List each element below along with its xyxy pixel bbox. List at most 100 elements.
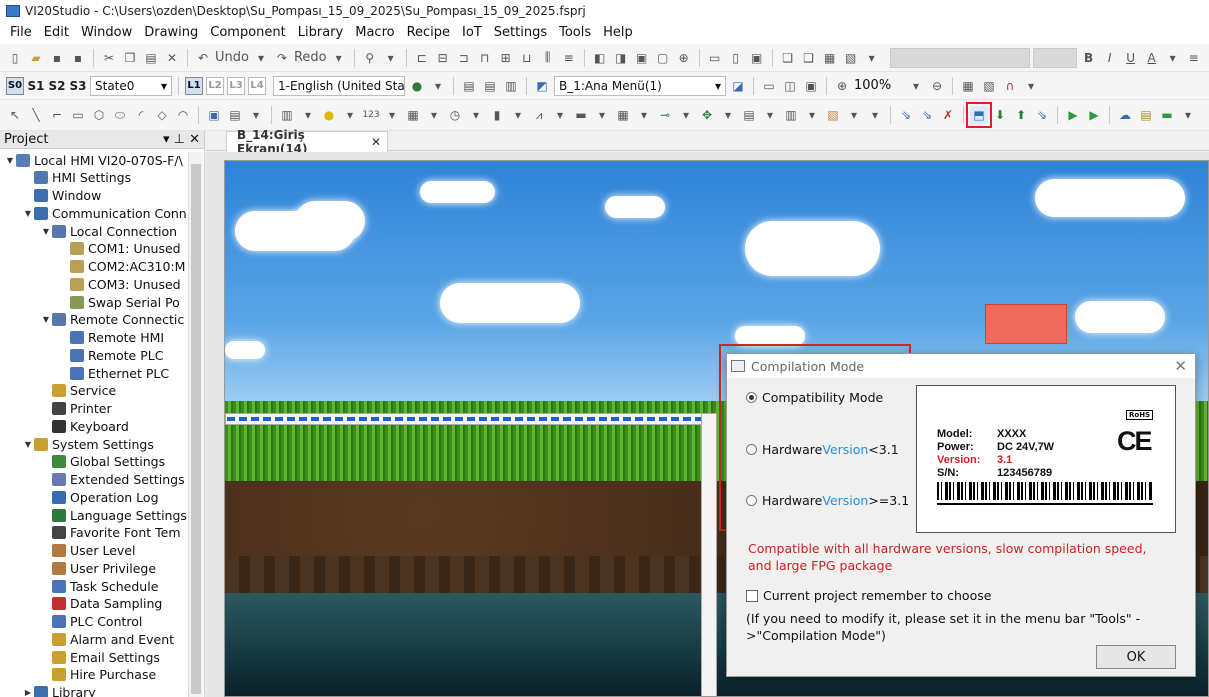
tree-item[interactable]: Remote PLC xyxy=(58,346,204,364)
font-size-select[interactable] xyxy=(1032,47,1077,68)
bold-icon[interactable]: B xyxy=(1080,49,1098,67)
line-icon[interactable]: ╲ xyxy=(27,106,45,124)
dropdown-arrow-icon[interactable]: ▾ xyxy=(761,106,779,124)
order-backward-icon[interactable]: ▢ xyxy=(654,49,672,67)
expand-toggle-icon[interactable]: ▼ xyxy=(22,209,34,218)
menu-tools[interactable]: Tools xyxy=(553,22,597,44)
undo-icon[interactable]: ↶ xyxy=(194,49,212,67)
order-forward-icon[interactable]: ▣ xyxy=(633,49,651,67)
text-align-center-icon[interactable]: ≡ xyxy=(1206,49,1209,67)
dropdown-arrow-icon[interactable]: ▾ xyxy=(429,77,447,95)
pointer-icon[interactable]: ↖ xyxy=(6,106,24,124)
curve-icon[interactable]: ◇ xyxy=(153,106,171,124)
copy-icon[interactable]: ❐ xyxy=(121,49,139,67)
download-settings-icon[interactable]: ⇘ xyxy=(1033,106,1051,124)
menu-settings[interactable]: Settings xyxy=(488,22,553,44)
snap-icon[interactable]: ▧ xyxy=(980,77,998,95)
language-select[interactable]: 1-English (United Sta▾ xyxy=(273,75,405,96)
menu-component[interactable]: Component xyxy=(204,22,291,44)
tree-item[interactable]: ▼ Local HMI VI20-070S-F/\ xyxy=(4,151,194,169)
dropdown-arrow-icon[interactable]: ▾ xyxy=(677,106,695,124)
slider-icon[interactable]: ▬ xyxy=(572,106,590,124)
valve-icon[interactable]: ⊸ xyxy=(656,106,674,124)
lamp-icon[interactable]: ● xyxy=(320,106,338,124)
clear-compile-icon[interactable]: ✗ xyxy=(939,106,957,124)
dropdown-arrow-icon[interactable]: ▾ xyxy=(635,106,653,124)
ellipse-icon[interactable]: ⬭ xyxy=(111,106,129,124)
table-icon[interactable]: ▤ xyxy=(226,106,244,124)
dropdown-arrow-icon[interactable]: ▾ xyxy=(866,106,884,124)
layer-3-button[interactable]: L3 xyxy=(227,76,245,95)
layer-1-button[interactable]: L1 xyxy=(185,76,203,95)
compile-icon[interactable]: ⇘ xyxy=(897,106,915,124)
text-display-icon[interactable]: ▦ xyxy=(404,106,422,124)
save-all-icon[interactable]: ▪ xyxy=(69,49,87,67)
menu-recipe[interactable]: Recipe xyxy=(401,22,456,44)
tree-item[interactable]: Ethernet PLC xyxy=(58,364,204,382)
undo-button[interactable]: Undo xyxy=(215,50,249,65)
tree-item[interactable]: ▼ Local Connection xyxy=(40,222,204,240)
radio-indicator[interactable] xyxy=(746,392,757,403)
offline-simulation-icon[interactable]: ▶ xyxy=(1064,106,1082,124)
dropdown-arrow-icon[interactable]: ▾ xyxy=(299,106,317,124)
radio-compatibility-mode[interactable]: Compatibility Mode xyxy=(746,390,883,405)
radio-indicator[interactable] xyxy=(746,444,757,455)
scrollbar-thumb[interactable] xyxy=(191,164,201,694)
tree-item[interactable]: PLC Control xyxy=(40,613,204,631)
data-table-icon[interactable]: ▦ xyxy=(614,106,632,124)
expand-toggle-icon[interactable]: ▼ xyxy=(40,227,52,236)
tree-item[interactable]: Extended Settings xyxy=(40,471,204,489)
menu-file[interactable]: File xyxy=(4,22,38,44)
distribute-v-icon[interactable]: ≡ xyxy=(560,49,578,67)
rectangle-icon[interactable]: ▭ xyxy=(69,106,87,124)
tree-item[interactable]: COM2:AC310:M xyxy=(58,258,204,276)
tree-item[interactable]: Task Schedule xyxy=(40,577,204,595)
dropdown-arrow-icon[interactable]: ▾ xyxy=(803,106,821,124)
tree-item[interactable]: User Privilege xyxy=(40,559,204,577)
compilation-mode-icon[interactable]: ⬒ xyxy=(966,102,992,128)
align-center-icon[interactable]: ⊟ xyxy=(434,49,452,67)
align-right-icon[interactable]: ⊐ xyxy=(455,49,473,67)
dropdown-arrow-icon[interactable]: ▾ xyxy=(1164,49,1182,67)
dropdown-arrow-icon[interactable]: ▾ xyxy=(382,49,400,67)
menu-edit[interactable]: Edit xyxy=(38,22,75,44)
screen-button-icon[interactable]: ▤ xyxy=(740,106,758,124)
dropdown-arrow-icon[interactable]: ▾ xyxy=(330,49,348,67)
order-back-icon[interactable]: ◨ xyxy=(612,49,630,67)
unlock-icon[interactable]: ▧ xyxy=(842,49,860,67)
screen-settings-icon[interactable]: ▥ xyxy=(502,77,520,95)
project-scrollbar[interactable] xyxy=(188,152,203,697)
tab-close-icon[interactable]: ✕ xyxy=(371,135,381,149)
state-0-button[interactable]: S0 xyxy=(6,76,24,95)
tree-item[interactable]: ▼ Remote Connectic xyxy=(40,311,204,329)
pin-icon[interactable]: ⊥ xyxy=(174,132,185,147)
upload-icon[interactable]: ⬆ xyxy=(1012,106,1030,124)
bit-button-icon[interactable]: ▥ xyxy=(278,106,296,124)
numeric-input-icon[interactable]: 123 xyxy=(362,106,380,124)
dropdown-arrow-icon[interactable]: ▾ xyxy=(252,49,270,67)
radio-hardware-lt-3-1[interactable]: Hardware Version <3.1 xyxy=(746,442,899,457)
split-view-icon[interactable]: ◫ xyxy=(781,77,799,95)
screen-select[interactable]: B_1:Ana Menü(1) ▾ xyxy=(554,75,726,96)
dropdown-arrow-icon[interactable]: ▾ xyxy=(247,106,265,124)
bar-graph-icon[interactable]: ▮ xyxy=(488,106,506,124)
tree-item[interactable]: Remote HMI xyxy=(58,329,204,347)
clock-icon[interactable]: ◷ xyxy=(446,106,464,124)
ungroup-icon[interactable]: ❑ xyxy=(800,49,818,67)
open-folder-icon[interactable]: ▰ xyxy=(27,49,45,67)
ok-button[interactable]: OK xyxy=(1096,645,1176,669)
pump-image[interactable] xyxy=(985,304,1067,344)
polyline-icon[interactable]: ⌐ xyxy=(48,106,66,124)
tree-item[interactable]: Operation Log xyxy=(40,488,204,506)
same-height-icon[interactable]: ▯ xyxy=(727,49,745,67)
screen-add-icon[interactable]: ▤ xyxy=(460,77,478,95)
tree-item[interactable]: ▼ Communication Conn xyxy=(22,204,204,222)
expand-toggle-icon[interactable]: ▼ xyxy=(4,156,16,165)
order-front-icon[interactable]: ◧ xyxy=(591,49,609,67)
tree-item[interactable]: COM1: Unused xyxy=(58,240,204,258)
dropdown-arrow-icon[interactable]: ▾ xyxy=(467,106,485,124)
find-icon[interactable]: ⚲ xyxy=(361,49,379,67)
expand-toggle-icon[interactable]: ▼ xyxy=(40,315,52,324)
tree-item[interactable]: Global Settings xyxy=(40,453,204,471)
align-left-icon[interactable]: ⊏ xyxy=(413,49,431,67)
